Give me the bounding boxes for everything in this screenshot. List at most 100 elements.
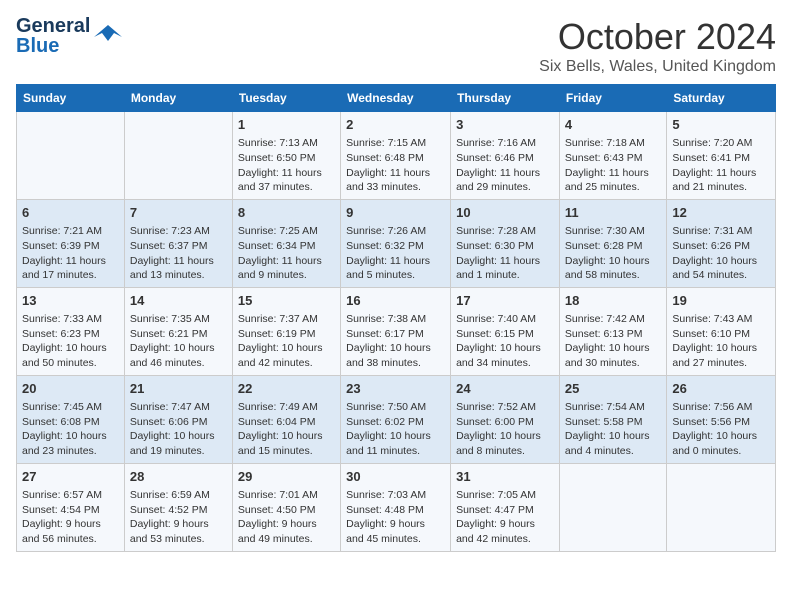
calendar-cell: 14 Sunrise: 7:35 AM Sunset: 6:21 PM Dayl… <box>124 287 232 375</box>
daylight-text: Daylight: 10 hours and 42 minutes. <box>238 342 323 369</box>
daylight-text: Daylight: 11 hours and 17 minutes. <box>22 255 106 282</box>
sunset-text: Sunset: 6:23 PM <box>22 328 100 340</box>
logo-line2: Blue <box>16 36 90 56</box>
logo: General Blue <box>16 16 122 56</box>
day-number: 26 <box>672 380 770 398</box>
daylight-text: Daylight: 11 hours and 21 minutes. <box>672 167 756 194</box>
day-number: 27 <box>22 468 119 486</box>
calendar-cell: 12 Sunrise: 7:31 AM Sunset: 6:26 PM Dayl… <box>667 199 776 287</box>
calendar-cell: 7 Sunrise: 7:23 AM Sunset: 6:37 PM Dayli… <box>124 199 232 287</box>
calendar-table: Sunday Monday Tuesday Wednesday Thursday… <box>16 84 776 552</box>
daylight-text: Daylight: 9 hours and 45 minutes. <box>346 518 425 545</box>
sunrise-text: Sunrise: 7:01 AM <box>238 489 318 501</box>
daylight-text: Daylight: 9 hours and 56 minutes. <box>22 518 101 545</box>
sunrise-text: Sunrise: 7:40 AM <box>456 313 536 325</box>
calendar-week-4: 20 Sunrise: 7:45 AM Sunset: 6:08 PM Dayl… <box>17 375 776 463</box>
calendar-cell: 27 Sunrise: 6:57 AM Sunset: 4:54 PM Dayl… <box>17 463 125 551</box>
daylight-text: Daylight: 10 hours and 46 minutes. <box>130 342 215 369</box>
sunset-text: Sunset: 6:28 PM <box>565 240 643 252</box>
daylight-text: Daylight: 11 hours and 33 minutes. <box>346 167 430 194</box>
day-number: 21 <box>130 380 227 398</box>
sunrise-text: Sunrise: 7:05 AM <box>456 489 536 501</box>
sunset-text: Sunset: 6:26 PM <box>672 240 750 252</box>
sunset-text: Sunset: 6:39 PM <box>22 240 100 252</box>
day-number: 16 <box>346 292 445 310</box>
sunrise-text: Sunrise: 7:18 AM <box>565 137 645 149</box>
daylight-text: Daylight: 10 hours and 4 minutes. <box>565 430 650 457</box>
header-sunday: Sunday <box>17 85 125 112</box>
daylight-text: Daylight: 10 hours and 54 minutes. <box>672 255 757 282</box>
header-wednesday: Wednesday <box>341 85 451 112</box>
calendar-cell: 19 Sunrise: 7:43 AM Sunset: 6:10 PM Dayl… <box>667 287 776 375</box>
day-number: 8 <box>238 204 335 222</box>
day-number: 9 <box>346 204 445 222</box>
sunrise-text: Sunrise: 7:15 AM <box>346 137 426 149</box>
calendar-cell: 21 Sunrise: 7:47 AM Sunset: 6:06 PM Dayl… <box>124 375 232 463</box>
calendar-cell: 4 Sunrise: 7:18 AM Sunset: 6:43 PM Dayli… <box>559 112 666 200</box>
day-number: 10 <box>456 204 554 222</box>
sunset-text: Sunset: 4:50 PM <box>238 504 316 516</box>
sunrise-text: Sunrise: 7:43 AM <box>672 313 752 325</box>
sunset-text: Sunset: 6:32 PM <box>346 240 424 252</box>
location-title: Six Bells, Wales, United Kingdom <box>539 58 776 76</box>
day-number: 17 <box>456 292 554 310</box>
calendar-cell: 24 Sunrise: 7:52 AM Sunset: 6:00 PM Dayl… <box>451 375 560 463</box>
sunrise-text: Sunrise: 7:28 AM <box>456 225 536 237</box>
daylight-text: Daylight: 9 hours and 49 minutes. <box>238 518 317 545</box>
sunset-text: Sunset: 6:02 PM <box>346 416 424 428</box>
sunrise-text: Sunrise: 7:38 AM <box>346 313 426 325</box>
sunrise-text: Sunrise: 7:54 AM <box>565 401 645 413</box>
calendar-week-2: 6 Sunrise: 7:21 AM Sunset: 6:39 PM Dayli… <box>17 199 776 287</box>
sunset-text: Sunset: 6:48 PM <box>346 152 424 164</box>
sunrise-text: Sunrise: 7:31 AM <box>672 225 752 237</box>
calendar-cell: 22 Sunrise: 7:49 AM Sunset: 6:04 PM Dayl… <box>232 375 340 463</box>
daylight-text: Daylight: 10 hours and 50 minutes. <box>22 342 107 369</box>
calendar-cell: 2 Sunrise: 7:15 AM Sunset: 6:48 PM Dayli… <box>341 112 451 200</box>
sunrise-text: Sunrise: 7:49 AM <box>238 401 318 413</box>
sunrise-text: Sunrise: 7:47 AM <box>130 401 210 413</box>
calendar-cell: 15 Sunrise: 7:37 AM Sunset: 6:19 PM Dayl… <box>232 287 340 375</box>
calendar-cell: 31 Sunrise: 7:05 AM Sunset: 4:47 PM Dayl… <box>451 463 560 551</box>
day-number: 30 <box>346 468 445 486</box>
daylight-text: Daylight: 10 hours and 11 minutes. <box>346 430 431 457</box>
calendar-cell: 5 Sunrise: 7:20 AM Sunset: 6:41 PM Dayli… <box>667 112 776 200</box>
day-number: 13 <box>22 292 119 310</box>
logo-line1: General <box>16 16 90 36</box>
calendar-week-3: 13 Sunrise: 7:33 AM Sunset: 6:23 PM Dayl… <box>17 287 776 375</box>
sunset-text: Sunset: 6:17 PM <box>346 328 424 340</box>
day-number: 20 <box>22 380 119 398</box>
day-number: 31 <box>456 468 554 486</box>
sunrise-text: Sunrise: 6:57 AM <box>22 489 102 501</box>
daylight-text: Daylight: 10 hours and 27 minutes. <box>672 342 757 369</box>
daylight-text: Daylight: 10 hours and 15 minutes. <box>238 430 323 457</box>
sunset-text: Sunset: 6:00 PM <box>456 416 534 428</box>
daylight-text: Daylight: 11 hours and 5 minutes. <box>346 255 430 282</box>
daylight-text: Daylight: 10 hours and 23 minutes. <box>22 430 107 457</box>
day-number: 23 <box>346 380 445 398</box>
calendar-cell: 28 Sunrise: 6:59 AM Sunset: 4:52 PM Dayl… <box>124 463 232 551</box>
calendar-week-5: 27 Sunrise: 6:57 AM Sunset: 4:54 PM Dayl… <box>17 463 776 551</box>
daylight-text: Daylight: 10 hours and 8 minutes. <box>456 430 541 457</box>
daylight-text: Daylight: 11 hours and 29 minutes. <box>456 167 540 194</box>
daylight-text: Daylight: 9 hours and 53 minutes. <box>130 518 209 545</box>
daylight-text: Daylight: 10 hours and 34 minutes. <box>456 342 541 369</box>
calendar-cell: 20 Sunrise: 7:45 AM Sunset: 6:08 PM Dayl… <box>17 375 125 463</box>
sunset-text: Sunset: 6:15 PM <box>456 328 534 340</box>
sunrise-text: Sunrise: 7:03 AM <box>346 489 426 501</box>
sunrise-text: Sunrise: 7:45 AM <box>22 401 102 413</box>
header-tuesday: Tuesday <box>232 85 340 112</box>
sunset-text: Sunset: 6:41 PM <box>672 152 750 164</box>
sunset-text: Sunset: 4:48 PM <box>346 504 424 516</box>
day-number: 5 <box>672 116 770 134</box>
calendar-cell: 6 Sunrise: 7:21 AM Sunset: 6:39 PM Dayli… <box>17 199 125 287</box>
sunrise-text: Sunrise: 7:20 AM <box>672 137 752 149</box>
calendar-cell: 10 Sunrise: 7:28 AM Sunset: 6:30 PM Dayl… <box>451 199 560 287</box>
daylight-text: Daylight: 9 hours and 42 minutes. <box>456 518 535 545</box>
day-number: 3 <box>456 116 554 134</box>
calendar-cell <box>559 463 666 551</box>
calendar-cell: 25 Sunrise: 7:54 AM Sunset: 5:58 PM Dayl… <box>559 375 666 463</box>
daylight-text: Daylight: 11 hours and 13 minutes. <box>130 255 214 282</box>
sunrise-text: Sunrise: 7:52 AM <box>456 401 536 413</box>
daylight-text: Daylight: 11 hours and 37 minutes. <box>238 167 322 194</box>
logo-bird-icon <box>94 23 122 45</box>
